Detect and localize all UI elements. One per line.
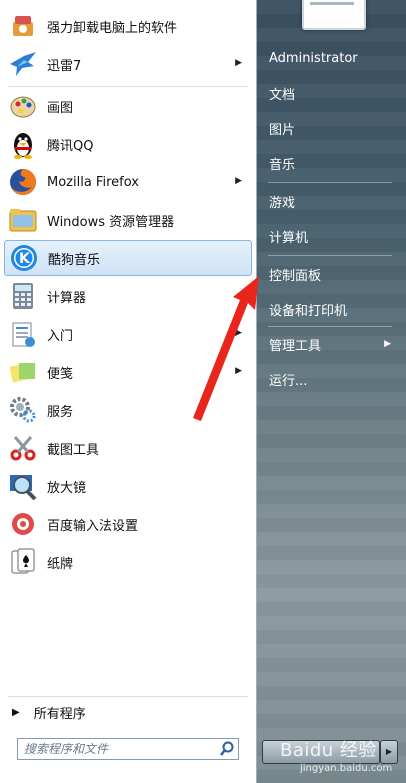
right-item-pictures[interactable]: 图片 [263, 113, 397, 143]
program-item-explorer[interactable]: Windows 资源管理器 [4, 202, 252, 238]
submenu-arrow-icon[interactable]: ▶ [235, 366, 242, 376]
services-gear-icon [7, 394, 39, 426]
search-box[interactable] [17, 738, 239, 760]
program-label: 纸牌 [47, 556, 74, 572]
right-item-label: 管理工具 [269, 338, 322, 354]
right-item-label: 设备和打印机 [269, 303, 348, 319]
right-item-admin-tools[interactable]: 管理工具 ▶ [263, 329, 397, 359]
program-label: 强力卸载电脑上的软件 [47, 20, 178, 36]
divider [8, 696, 248, 697]
program-label: 便笺 [47, 366, 74, 382]
kugou-icon: K [8, 242, 40, 274]
program-item-uninstaller[interactable]: 强力卸载电脑上的软件 [4, 8, 252, 44]
baidu-ime-settings-icon [7, 508, 39, 540]
svg-text:K: K [19, 251, 31, 267]
program-label: 截图工具 [47, 442, 100, 458]
program-item-getting-started[interactable]: 入门 ▶ [4, 316, 252, 352]
submenu-arrow-icon[interactable]: ▶ [235, 328, 242, 338]
submenu-arrow-icon[interactable]: ▶ [235, 176, 242, 186]
right-item-devices-printers[interactable]: 设备和打印机 [263, 294, 397, 324]
all-programs-button[interactable]: ▶ 所有程序 [6, 700, 246, 724]
right-item-label: 运行... [269, 373, 308, 389]
program-item-baidu-ime[interactable]: 百度输入法设置 [4, 506, 252, 542]
right-item-label: 音乐 [269, 157, 296, 173]
program-item-snipping-tool[interactable]: 截图工具 [4, 430, 252, 466]
program-item-qq[interactable]: 腾讯QQ [4, 126, 252, 162]
divider [268, 182, 392, 183]
program-item-calculator[interactable]: 计算器 [4, 278, 252, 314]
program-item-thunder[interactable]: 迅雷7 ▶ [4, 46, 252, 82]
program-label: 百度输入法设置 [47, 518, 139, 534]
search-input[interactable] [18, 741, 216, 757]
program-item-firefox[interactable]: Mozilla Firefox ▶ [4, 164, 252, 200]
baidu-watermark-url: jingyan.baidu.com [300, 763, 393, 774]
expand-arrow-icon: ▶ [12, 706, 20, 718]
firefox-icon [7, 166, 39, 198]
program-item-magnifier[interactable]: 放大镜 [4, 468, 252, 504]
program-item-services[interactable]: 服务 [4, 392, 252, 428]
qq-penguin-icon [7, 128, 39, 160]
program-label: Windows 资源管理器 [47, 214, 175, 230]
program-label: 放大镜 [47, 480, 87, 496]
start-menu-left-panel: 强力卸载电脑上的软件 迅雷7 ▶ 画图 腾讯QQ Mozilla Firefox… [0, 0, 257, 783]
right-item-label: 计算机 [269, 230, 309, 246]
right-item-label: 图片 [269, 122, 296, 138]
submenu-arrow-icon[interactable]: ▶ [235, 58, 242, 68]
right-item-documents[interactable]: 文档 [263, 78, 397, 108]
right-item-music[interactable]: 音乐 [263, 148, 397, 178]
right-item-computer[interactable]: 计算机 [263, 221, 397, 251]
program-item-solitaire[interactable]: 纸牌 [4, 544, 252, 580]
solitaire-cards-icon [7, 546, 39, 578]
right-item-label: 游戏 [269, 195, 296, 211]
program-item-sticky-notes[interactable]: 便笺 ▶ [4, 354, 252, 390]
scissors-icon [7, 432, 39, 464]
divider [8, 86, 248, 87]
right-item-control-panel[interactable]: 控制面板 [263, 259, 397, 289]
uninstall-icon [7, 10, 39, 42]
baidu-watermark: Baidu 经验 [280, 740, 377, 761]
getting-started-icon [7, 318, 39, 350]
program-label: Mozilla Firefox [47, 174, 139, 190]
program-label: 迅雷7 [47, 58, 82, 74]
program-label: 服务 [47, 404, 74, 420]
program-label: 酷狗音乐 [48, 252, 101, 268]
all-programs-label: 所有程序 [33, 706, 86, 722]
program-label: 入门 [47, 328, 74, 344]
submenu-arrow-icon[interactable]: ▶ [384, 339, 391, 349]
folder-explorer-icon [7, 204, 39, 236]
thunder-bird-icon [7, 48, 39, 80]
user-picture-tile[interactable] [302, 0, 366, 30]
program-item-kugou[interactable]: K 酷狗音乐 [4, 240, 252, 276]
program-label: 计算器 [47, 290, 87, 306]
divider [268, 326, 392, 327]
search-icon[interactable] [220, 741, 234, 761]
right-item-administrator[interactable]: Administrator [263, 43, 397, 73]
program-label: 画图 [47, 100, 74, 116]
calculator-icon [7, 280, 39, 312]
program-item-paint[interactable]: 画图 [4, 88, 252, 124]
shutdown-options-arrow-icon[interactable]: ▶ [380, 740, 398, 764]
paint-palette-icon [7, 90, 39, 122]
right-item-label: Administrator [269, 50, 358, 66]
program-label: 腾讯QQ [47, 138, 94, 154]
right-item-label: 控制面板 [269, 268, 322, 284]
right-item-games[interactable]: 游戏 [263, 186, 397, 216]
sticky-notes-icon [7, 356, 39, 388]
right-item-label: 文档 [269, 87, 296, 103]
right-item-run[interactable]: 运行... [263, 364, 397, 394]
divider [268, 255, 392, 256]
magnifier-icon [7, 470, 39, 502]
